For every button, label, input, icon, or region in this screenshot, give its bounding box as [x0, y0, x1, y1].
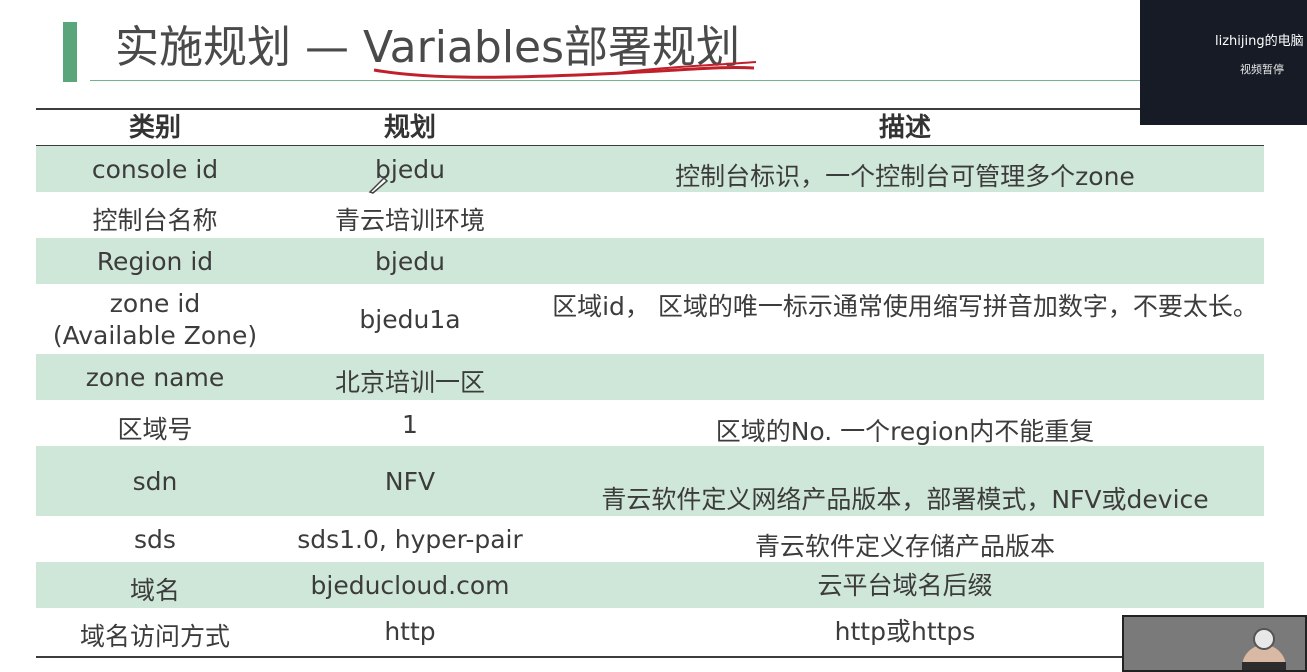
table-row: console id bjedu 控制台标识，一个控制台可管理多个zone [36, 146, 1264, 192]
cell-description: 云平台域名后缀 [817, 571, 993, 600]
pointer-cursor-icon [368, 176, 389, 194]
table-row: sds sds1.0, hyper-pair 青云软件定义存储产品版本 [36, 516, 1264, 562]
cell-category: sdn [132, 467, 178, 496]
cell-plan: bjedu [375, 155, 445, 184]
cell-category: 域名访问方式 [79, 622, 230, 651]
title-rule [90, 80, 1190, 81]
red-underline-annotation [373, 61, 757, 79]
cell-plan: http [384, 617, 436, 646]
cell-category: Region id [96, 247, 214, 276]
video-status: 视频暂停 [1240, 63, 1284, 76]
table-row: sdn NFV 青云软件定义网络产品版本，部署模式，NFV或device [36, 446, 1264, 516]
camera-preview-icon [1124, 617, 1305, 670]
table-row: 域名 bjeducloud.com 云平台域名后缀 [36, 562, 1264, 608]
cell-category: 控制台名称 [92, 206, 218, 235]
cell-description: 青云软件定义存储产品版本 [754, 532, 1055, 561]
cell-plan: 北京培训一区 [334, 368, 485, 397]
table-row: 控制台名称 青云培训环境 [36, 192, 1264, 238]
cell-category: console id [91, 155, 219, 184]
cell-category: zone id (Available Zone) [52, 289, 258, 350]
title-accent-bar [63, 22, 77, 82]
header-plan: 规划 [383, 113, 436, 143]
video-user-name: lizhijing的电脑 [1215, 34, 1304, 49]
cell-description: 控制台标识，一个控制台可管理多个zone [675, 162, 1135, 191]
table-row: zone name 北京培训一区 [36, 354, 1264, 400]
cell-plan: bjedu1a [359, 305, 461, 334]
table-bottom-rule [36, 656, 1264, 658]
table-row: Region id bjedu [36, 238, 1264, 284]
cell-category: 域名 [129, 576, 180, 605]
table-row: 区域号 1 区域的No. 一个region内不能重复 [36, 400, 1264, 446]
cell-category: 区域号 [117, 415, 193, 444]
cell-plan: bjeducloud.com [310, 571, 510, 600]
cell-plan: bjedu [375, 247, 445, 276]
cell-description: 区域的No. 一个region内不能重复 [715, 417, 1095, 446]
table-row: 域名访问方式 http http或https [36, 608, 1264, 656]
cell-description: 区域id， 区域的唯一标示通常使用缩写拼音加数字，不要太长。 [552, 292, 1258, 321]
cell-plan: 1 [402, 410, 418, 439]
cell-description: 青云软件定义网络产品版本，部署模式，NFV或device [601, 485, 1209, 514]
cell-plan: 青云培训环境 [334, 206, 485, 235]
cell-plan: NFV [384, 467, 436, 496]
cell-category: zone name [85, 363, 225, 392]
cell-plan: sds1.0, hyper-pair [297, 525, 523, 554]
header-category: 类别 [128, 113, 181, 143]
cell-category: sds [134, 525, 176, 554]
table-row: zone id (Available Zone) bjedu1a 区域id， 区域的… [36, 284, 1264, 354]
camera-thumbnail[interactable] [1122, 615, 1307, 672]
slide: 实施规划 — Variables部署规划 类别 规划 描述 console id… [0, 0, 1307, 672]
